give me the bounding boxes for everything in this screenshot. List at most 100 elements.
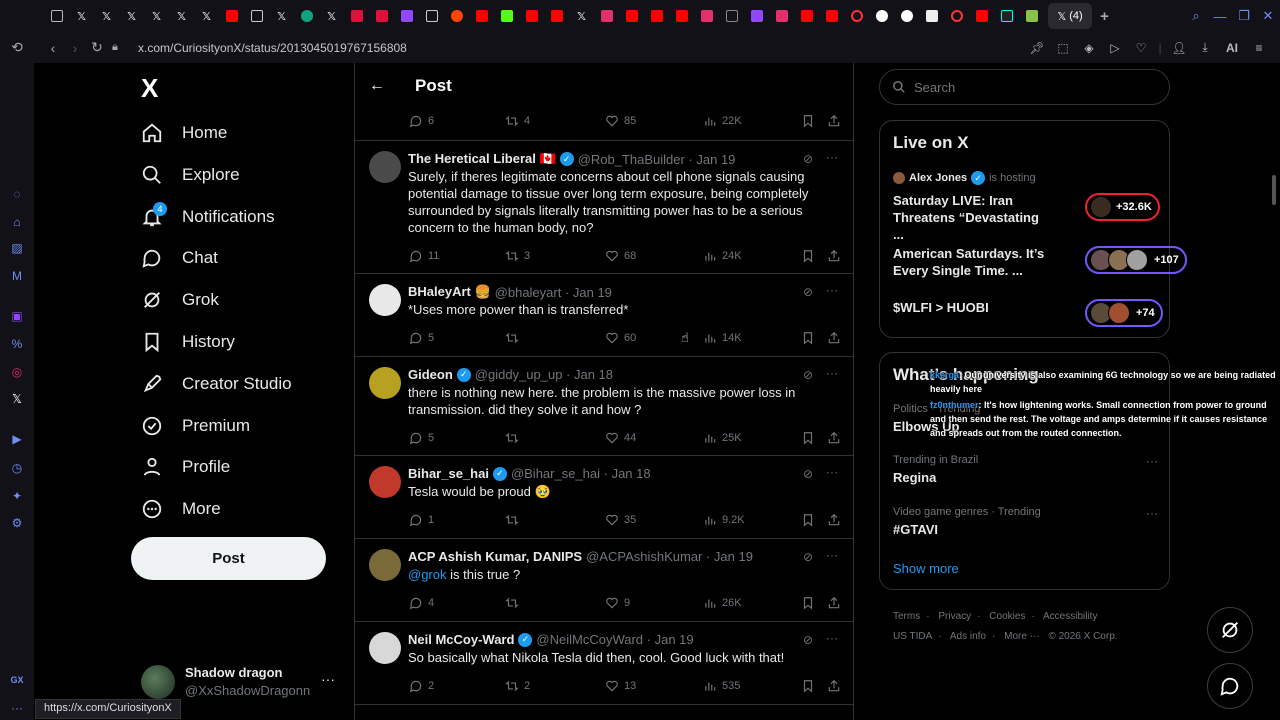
tab-icon[interactable]: [369, 0, 394, 32]
reply-button[interactable]: 5: [409, 431, 434, 445]
scrollbar-thumb[interactable]: [1272, 175, 1276, 205]
reply-tweet[interactable]: The Heretical Liberal 🇨🇦 ✓ @Rob_ThaBuilder…: [355, 141, 853, 274]
share-button[interactable]: [827, 331, 841, 345]
views-button[interactable]: 24K: [703, 249, 742, 263]
bookmark-button[interactable]: [801, 596, 815, 610]
tab-icon[interactable]: [1019, 0, 1044, 32]
more-dots-icon[interactable]: ···: [826, 366, 838, 380]
youtube-tab-icon[interactable]: [519, 0, 544, 32]
reply-tweet[interactable]: Gideon ✓ @giddy_up_up · Jan 18 ⊘ ··· there is…: [355, 357, 853, 456]
nav-notifications[interactable]: 4 Notifications: [140, 202, 275, 232]
author-name[interactable]: Bihar_se_hai: [408, 466, 489, 481]
pin-icon[interactable]: 📌︎: [1026, 41, 1048, 55]
avatar[interactable]: [369, 632, 401, 664]
share-button[interactable]: [827, 679, 841, 693]
bookmark-button[interactable]: [801, 431, 815, 445]
forward-icon[interactable]: ›: [64, 40, 86, 56]
post-button[interactable]: Post: [131, 537, 326, 580]
author-name[interactable]: The Heretical Liberal 🇨🇦: [408, 151, 556, 167]
twitch-tab-icon[interactable]: [744, 0, 769, 32]
author-handle-date[interactable]: @ACPAshishKumar · Jan 19: [586, 549, 753, 564]
footer-link[interactable]: Terms: [893, 611, 920, 622]
share-button[interactable]: [827, 596, 841, 610]
account-switcher[interactable]: Shadow dragon @XxShadowDragonn ···: [141, 663, 341, 703]
reply-button[interactable]: 5: [409, 331, 434, 345]
author-handle-date[interactable]: @Rob_ThaBuilder · Jan 19: [578, 152, 736, 167]
views-button[interactable]: 22K: [703, 114, 742, 128]
repost-button[interactable]: 3: [505, 249, 530, 263]
like-button[interactable]: 60: [605, 331, 636, 345]
tiktok-tab-icon[interactable]: [994, 0, 1019, 32]
tab-icon[interactable]: [344, 0, 369, 32]
reply-button[interactable]: 11: [409, 249, 439, 263]
like-button[interactable]: 85: [605, 114, 636, 128]
youtube-tab-icon[interactable]: [969, 0, 994, 32]
nav-history[interactable]: History: [140, 327, 235, 357]
x-tab-icon[interactable]: 𝕏: [569, 0, 594, 32]
avatar[interactable]: [369, 151, 401, 183]
footer-link[interactable]: Privacy: [938, 611, 971, 622]
grok-icon[interactable]: ⊘: [803, 550, 813, 564]
repost-button[interactable]: [505, 596, 519, 610]
nav-chat[interactable]: Chat: [140, 243, 218, 273]
reply-tweet[interactable]: ACP Ashish Kumar, DANIPS @ACPAshishKumar …: [355, 539, 853, 622]
author-name[interactable]: BHaleyArt 🍔: [408, 284, 491, 300]
more-dots-icon[interactable]: ···: [826, 548, 838, 562]
live-item-title[interactable]: Saturday LIVE: Iran Threatens “Devastati…: [893, 192, 1053, 243]
send-icon[interactable]: ▷: [1104, 41, 1126, 55]
youtube-tab-icon[interactable]: [219, 0, 244, 32]
history-icon[interactable]: ◷: [8, 459, 26, 477]
live-listener-pill[interactable]: +107: [1085, 246, 1187, 274]
x-tab-icon[interactable]: 𝕏: [94, 0, 119, 32]
x-tab-icon[interactable]: 𝕏: [119, 0, 144, 32]
bookmark-button[interactable]: [801, 114, 815, 128]
tool-icon[interactable]: ▨: [8, 239, 26, 257]
back-icon[interactable]: ‹: [42, 40, 64, 56]
menu-icon[interactable]: ≡: [1248, 41, 1270, 55]
chat-fab[interactable]: [1207, 663, 1253, 709]
more-dots-icon[interactable]: ···: [826, 283, 838, 297]
live-listener-pill[interactable]: +74: [1085, 299, 1163, 327]
share-button[interactable]: [827, 513, 841, 527]
search-bar[interactable]: Search: [879, 69, 1170, 105]
reply-button[interactable]: 4: [409, 596, 434, 610]
live-item-title[interactable]: $WLFI > HUOBI: [893, 299, 1053, 316]
live-listener-pill[interactable]: +32.6K: [1085, 193, 1160, 221]
x-tab-icon[interactable]: 𝕏: [144, 0, 169, 32]
twitch-icon[interactable]: ▣: [8, 307, 26, 325]
repost-button[interactable]: [505, 331, 519, 345]
percent-icon[interactable]: %: [8, 335, 26, 353]
tab-icon[interactable]: [44, 0, 69, 32]
reddit-tab-icon[interactable]: [444, 0, 469, 32]
more-dots-icon[interactable]: ···: [826, 465, 838, 479]
x-tab-icon[interactable]: 𝕏: [69, 0, 94, 32]
nav-grok[interactable]: Grok: [140, 285, 219, 315]
live-host[interactable]: Alex Jones ✓ is hosting: [893, 171, 1036, 185]
more-dots-icon[interactable]: ···: [826, 150, 838, 164]
grok-icon[interactable]: ⊘: [803, 633, 813, 647]
opera-tab-icon[interactable]: [944, 0, 969, 32]
youtube-tab-icon[interactable]: [819, 0, 844, 32]
nav-home[interactable]: Home: [140, 118, 227, 148]
more-dots-icon[interactable]: ···: [1146, 454, 1158, 468]
footer-link[interactable]: Cookies: [989, 611, 1025, 622]
url-field[interactable]: 🔒︎ x.com/CuriosityonX/status/20130450197…: [112, 36, 1032, 59]
x-tab-icon[interactable]: 𝕏: [194, 0, 219, 32]
repost-button[interactable]: 2: [505, 679, 530, 693]
bookmark-button[interactable]: [801, 513, 815, 527]
author-name[interactable]: Neil McCoy-Ward: [408, 632, 514, 647]
snapshot-icon[interactable]: ⬚: [1052, 41, 1074, 55]
ai-button[interactable]: AI: [1220, 41, 1244, 55]
youtube-tab-icon[interactable]: [544, 0, 569, 32]
settings-icon[interactable]: ⚙: [8, 514, 26, 532]
like-button[interactable]: 9: [605, 596, 630, 610]
grok-fab[interactable]: [1207, 607, 1253, 653]
aria-icon[interactable]: ◌: [8, 185, 26, 203]
heart-icon[interactable]: ♡: [1130, 41, 1152, 55]
like-button[interactable]: 13: [605, 679, 636, 693]
search-tabs-icon[interactable]: ⌕: [1184, 8, 1208, 24]
views-button[interactable]: 25K: [703, 431, 742, 445]
shield-icon[interactable]: ◈: [1078, 41, 1100, 55]
author-handle-date[interactable]: @Bihar_se_hai · Jan 18: [511, 466, 651, 481]
views-button[interactable]: 14K: [703, 331, 742, 345]
